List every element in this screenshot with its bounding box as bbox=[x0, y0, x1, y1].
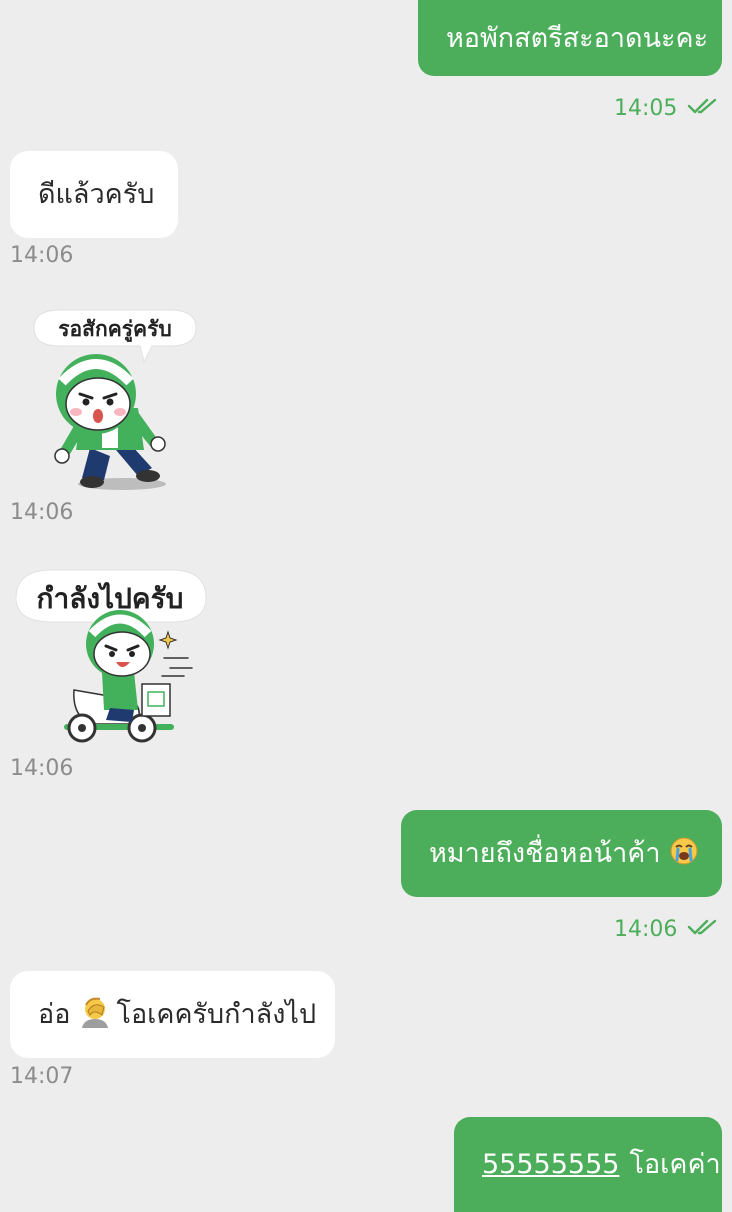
timestamp-text: 14:06 bbox=[10, 243, 74, 268]
message-text: โอเคค่า bbox=[629, 1149, 721, 1180]
loudly-crying-face-emoji bbox=[669, 836, 699, 871]
message-timestamp: 14:05 bbox=[614, 96, 719, 121]
message-timestamp: 14:07 bbox=[10, 1066, 73, 1088]
message-timestamp: 14:06 bbox=[10, 502, 73, 524]
timestamp-text: 14:06 bbox=[10, 500, 74, 525]
timestamp-text: 14:05 bbox=[614, 95, 678, 121]
incoming-message-bubble[interactable]: ดีแล้วครับ bbox=[10, 151, 178, 238]
message-prefix-text: อ่อ bbox=[38, 999, 71, 1030]
chat-thread: หอพักสตรีสะอาดนะคะ 14:05 ดีแล้วครับ 14:0… bbox=[0, 0, 732, 1212]
sticker-caption: รอสักครู่ครับ bbox=[58, 317, 171, 343]
double-check-icon bbox=[687, 96, 719, 121]
message-text: โอเคครับกำลังไป bbox=[116, 999, 317, 1030]
double-check-icon bbox=[687, 917, 719, 942]
sticker-rider-waiting[interactable]: รอสักครู่ครับ bbox=[20, 300, 200, 496]
message-timestamp: 14:06 bbox=[10, 758, 73, 780]
phone-number-link[interactable]: 55555555 bbox=[482, 1151, 619, 1178]
message-text: หมายถึงชื่อหอน้าค้า bbox=[429, 838, 661, 869]
incoming-message-bubble[interactable]: อ่อ โอเคครับกำลังไป bbox=[10, 971, 335, 1058]
sticker-caption: กำลังไปครับ bbox=[37, 582, 184, 615]
message-text: ดีแล้วครับ bbox=[38, 179, 155, 210]
outgoing-message-bubble[interactable]: หมายถึงชื่อหอน้าค้า bbox=[401, 810, 722, 897]
outgoing-message-bubble[interactable]: หอพักสตรีสะอาดนะคะ bbox=[418, 0, 722, 76]
message-timestamp: 14:06 bbox=[614, 917, 719, 942]
timestamp-text: 14:07 bbox=[10, 1064, 74, 1089]
message-timestamp: 14:06 bbox=[10, 245, 73, 267]
outgoing-message-bubble[interactable]: 55555555 โอเคค่า bbox=[454, 1117, 722, 1212]
timestamp-text: 14:06 bbox=[10, 756, 74, 781]
sticker-rider-on-scooter[interactable]: กำลังไปครับ bbox=[12, 560, 212, 750]
facepalm-emoji bbox=[78, 995, 112, 1034]
timestamp-text: 14:06 bbox=[614, 916, 678, 942]
message-text: หอพักสตรีสะอาดนะคะ bbox=[446, 22, 709, 54]
